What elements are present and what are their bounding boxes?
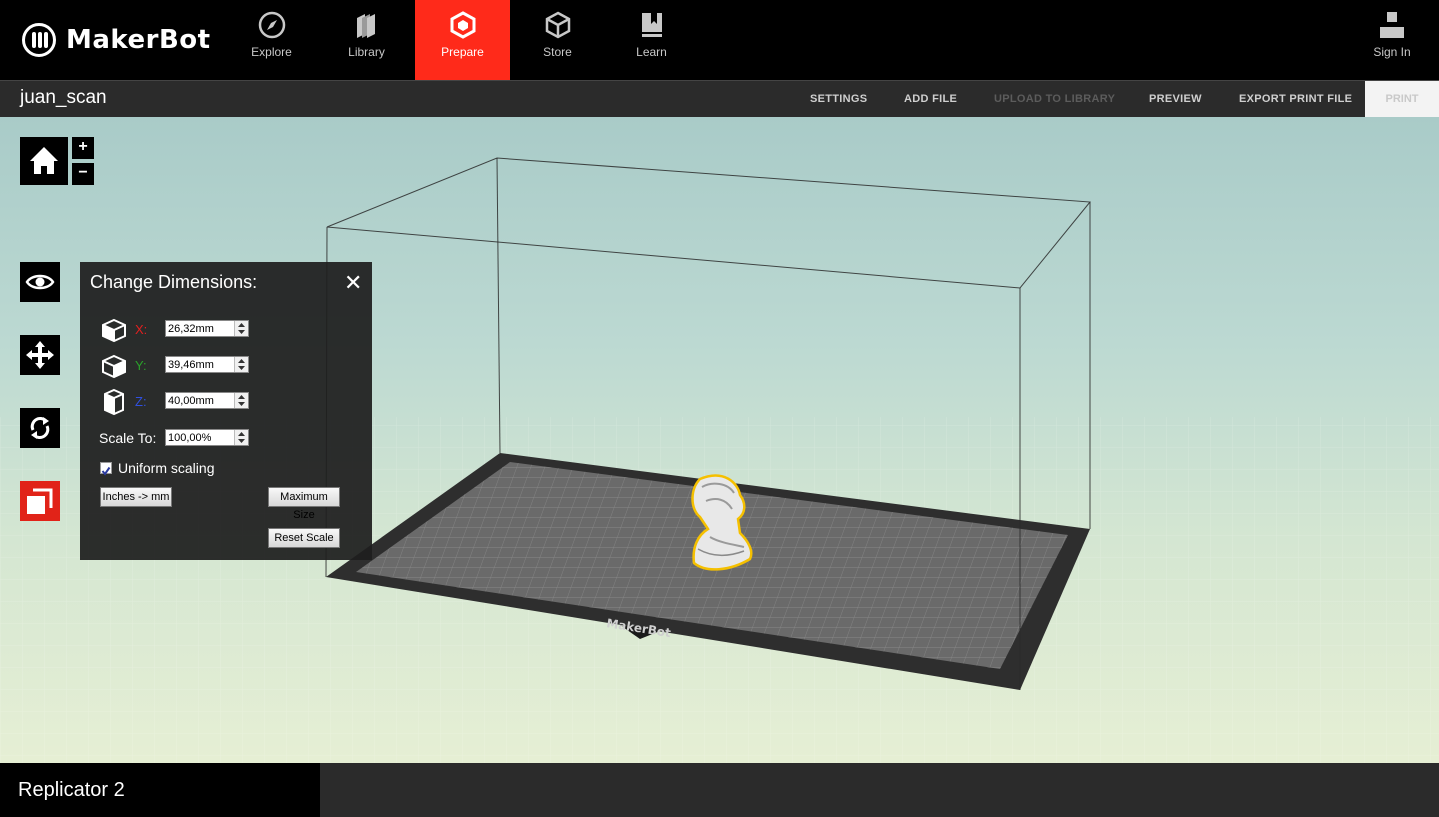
y-dimension-field[interactable] (165, 356, 249, 373)
brand-name: MakerBot (66, 25, 211, 55)
scale-percent-field[interactable] (165, 429, 249, 446)
y-axis-label: Y: (135, 358, 147, 373)
uniform-scaling-label: Uniform scaling (118, 460, 215, 476)
panel-title: Change Dimensions: (90, 272, 258, 292)
z-axis-label: Z: (135, 394, 147, 409)
z-spinner-arrows[interactable] (234, 393, 248, 408)
move-icon (26, 341, 54, 369)
scale-tool-button[interactable] (20, 481, 60, 521)
tab-explore[interactable]: Explore (224, 0, 319, 80)
export-print-file-button[interactable]: EXPORT PRINT FILE (1239, 81, 1352, 117)
close-icon[interactable]: ✕ (344, 270, 362, 296)
library-icon (357, 14, 375, 38)
preview-button[interactable]: PREVIEW (1149, 81, 1202, 117)
tab-prepare[interactable]: Prepare (415, 0, 510, 80)
user-icon (1380, 12, 1404, 38)
status-bar: Replicator 2 (0, 763, 1439, 817)
tab-learn-label: Learn (636, 45, 667, 59)
cube-z-icon (104, 388, 124, 416)
cube-y-icon (102, 354, 126, 379)
tab-prepare-label: Prepare (441, 45, 484, 59)
x-spinner-arrows[interactable] (234, 321, 248, 336)
rotate-tool-button[interactable] (20, 408, 60, 448)
eye-icon (25, 274, 55, 290)
y-dimension-input[interactable] (166, 357, 232, 372)
top-nav: MakerBot Explore Library Prepare Store L… (0, 0, 1439, 80)
tab-library[interactable]: Library (319, 0, 414, 80)
makerbot-logo[interactable]: MakerBot (22, 22, 211, 58)
x-axis-label: X: (135, 322, 148, 337)
print-button[interactable]: PRINT (1365, 81, 1439, 117)
prepare-cube-icon (450, 11, 476, 39)
project-toolbar: juan_scan SETTINGS ADD FILE UPLOAD TO LI… (0, 80, 1439, 117)
home-view-button[interactable] (20, 137, 68, 185)
tab-learn[interactable]: Learn (604, 0, 699, 80)
scale-icon (27, 488, 53, 514)
x-dimension-field[interactable] (165, 320, 249, 337)
printer-selector[interactable]: Replicator 2 (0, 763, 320, 817)
tab-library-label: Library (348, 45, 385, 59)
project-name: juan_scan (20, 87, 107, 108)
build-viewport[interactable]: MakerBot + − Change Dimensions: ✕ X: 26,… (0, 117, 1439, 763)
upload-to-library-button[interactable]: UPLOAD TO LIBRARY (994, 81, 1115, 117)
inches-to-mm-button[interactable]: Inches -> mm (100, 487, 172, 507)
makerbot-logo-icon (22, 23, 56, 57)
tab-store-label: Store (543, 45, 572, 59)
cube-x-icon (102, 318, 126, 343)
learn-book-icon (642, 13, 662, 37)
checkmark-icon (101, 466, 111, 476)
tab-explore-label: Explore (251, 45, 292, 59)
scale-spinner-arrows[interactable] (234, 430, 248, 445)
home-icon (30, 147, 58, 174)
y-spinner-arrows[interactable] (234, 357, 248, 372)
x-dimension-input[interactable] (166, 321, 232, 336)
scale-percent-input[interactable] (166, 430, 232, 445)
sign-in-label: Sign In (1373, 45, 1411, 59)
zoom-out-button[interactable]: − (72, 163, 94, 185)
maximum-size-button[interactable]: Maximum Size (268, 487, 340, 521)
rotate-icon (30, 417, 50, 439)
z-dimension-field[interactable] (165, 392, 249, 409)
printer-name: Replicator 2 (18, 779, 125, 801)
change-dimensions-panel: Change Dimensions: ✕ X: Y: (80, 262, 372, 560)
add-file-button[interactable]: ADD FILE (904, 81, 957, 117)
store-box-icon (545, 11, 571, 39)
zoom-in-button[interactable]: + (72, 137, 94, 159)
compass-icon (258, 11, 286, 39)
reset-scale-button[interactable]: Reset Scale (268, 528, 340, 548)
view-tool-button[interactable] (20, 262, 60, 302)
z-dimension-input[interactable] (166, 393, 232, 408)
move-tool-button[interactable] (20, 335, 60, 375)
settings-button[interactable]: SETTINGS (810, 81, 867, 117)
uniform-scaling-checkbox[interactable] (100, 462, 112, 476)
scale-to-label: Scale To: (99, 430, 157, 446)
tab-store[interactable]: Store (510, 0, 605, 80)
sign-in-button[interactable]: Sign In (1352, 0, 1432, 80)
